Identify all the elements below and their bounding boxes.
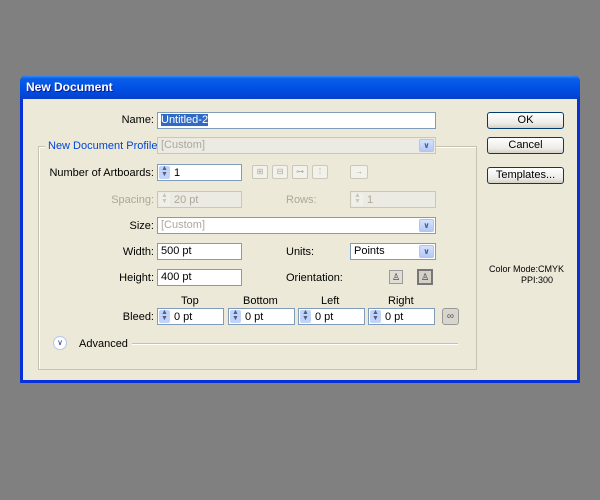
dialog-body: Name: Untitled-2 New Document Profile: […	[23, 99, 577, 380]
chevron-down-icon[interactable]: ∨	[419, 245, 434, 258]
artboards-value: 1	[174, 167, 181, 179]
artboards-stepper[interactable]: ▲ ▼ 1	[157, 164, 242, 181]
width-value: 500 pt	[161, 245, 192, 257]
arrange-by-row-icon[interactable]: ⊶	[292, 165, 308, 179]
ok-button[interactable]: OK	[487, 112, 564, 129]
rows-stepper[interactable]: ▲ ▼ 1	[350, 191, 436, 208]
bleed-bottom-stepper[interactable]: ▲ ▼ 0 pt	[228, 308, 295, 325]
spin-arrows-icon: ▲ ▼	[159, 192, 170, 206]
dialog-title: New Document	[26, 80, 113, 94]
spacing-stepper[interactable]: ▲ ▼ 20 pt	[157, 191, 242, 208]
width-label: Width:	[122, 246, 154, 258]
link-bleed-icon[interactable]: ∞	[442, 308, 459, 325]
arrange-by-column-icon[interactable]: ⁞	[312, 165, 328, 179]
advanced-divider	[132, 343, 458, 345]
spin-arrows-icon[interactable]: ▲ ▼	[230, 309, 241, 323]
spin-arrows-icon[interactable]: ▲ ▼	[159, 165, 170, 179]
profile-select[interactable]: [Custom] ∨	[157, 137, 436, 154]
chevron-down-icon[interactable]: ∨	[419, 219, 434, 232]
spin-arrows-icon[interactable]: ▲ ▼	[370, 309, 381, 323]
height-field[interactable]: 400 pt	[157, 269, 242, 286]
size-select[interactable]: [Custom] ∨	[157, 217, 436, 234]
height-label: Height:	[119, 272, 154, 284]
size-label: Size:	[129, 220, 154, 232]
profile-label: New Document Profile:	[45, 140, 164, 152]
rows-value: 1	[367, 194, 374, 206]
templates-button[interactable]: Templates...	[487, 167, 564, 184]
color-mode-info: Color Mode:CMYK	[489, 264, 565, 274]
units-select[interactable]: Points ∨	[350, 243, 436, 260]
bleed-right-label: Right	[388, 295, 414, 307]
bleed-top-value: 0 pt	[174, 311, 193, 323]
bleed-top-stepper[interactable]: ▲ ▼ 0 pt	[157, 308, 224, 325]
new-document-dialog: New Document Name: Untitled-2 New Docume…	[20, 75, 580, 383]
chevron-down-icon[interactable]: ∨	[419, 139, 434, 152]
spin-arrows-icon[interactable]: ▲ ▼	[159, 309, 170, 323]
height-value: 400 pt	[161, 271, 192, 283]
bleed-right-stepper[interactable]: ▲ ▼ 0 pt	[368, 308, 435, 325]
rows-label: Rows:	[286, 194, 317, 206]
bleed-top-label: Top	[181, 295, 199, 307]
bleed-bottom-label: Bottom	[243, 295, 278, 307]
bleed-bottom-value: 0 pt	[245, 311, 264, 323]
spacing-value: 20 pt	[174, 194, 199, 206]
bleed-right-value: 0 pt	[385, 311, 404, 323]
ppi-info: PPI:300	[521, 275, 554, 285]
size-value: [Custom]	[161, 219, 206, 231]
expand-advanced-icon[interactable]: ∨	[53, 336, 67, 350]
spin-arrows-icon: ▲ ▼	[352, 192, 363, 206]
title-bar[interactable]: New Document	[20, 75, 580, 99]
width-field[interactable]: 500 pt	[157, 243, 242, 260]
grid-by-column-icon[interactable]: ⊟	[272, 165, 288, 179]
artboards-label: Number of Artboards:	[49, 167, 154, 179]
name-value: Untitled-2	[161, 114, 209, 126]
bleed-left-value: 0 pt	[315, 311, 334, 323]
name-label: Name:	[121, 114, 154, 126]
orientation-label: Orientation:	[286, 272, 343, 284]
name-field[interactable]: Untitled-2	[157, 112, 436, 129]
spin-arrows-icon[interactable]: ▲ ▼	[300, 309, 311, 323]
units-label: Units:	[286, 246, 315, 258]
portrait-orientation-icon[interactable]: ♙	[389, 270, 403, 284]
grid-by-row-icon[interactable]: ⊞	[252, 165, 268, 179]
spacing-label: Spacing:	[111, 194, 154, 206]
advanced-label[interactable]: Advanced	[79, 338, 128, 350]
bleed-left-stepper[interactable]: ▲ ▼ 0 pt	[298, 308, 365, 325]
bleed-label: Bleed:	[122, 311, 154, 323]
bleed-left-label: Left	[321, 295, 340, 307]
landscape-orientation-icon[interactable]: ♙	[417, 269, 433, 285]
cancel-button[interactable]: Cancel	[487, 137, 564, 154]
units-value: Points	[354, 245, 385, 257]
profile-value: [Custom]	[161, 139, 206, 151]
arrow-right-icon[interactable]: →	[350, 165, 368, 179]
